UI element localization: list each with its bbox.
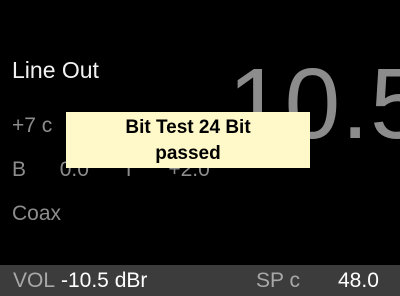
sample-rate-label: SP c [256, 269, 300, 292]
status-bar: VOL -10.5 dBr SP c 48.0 [0, 265, 400, 296]
volume-value: -10.5 dBr [61, 269, 148, 292]
device-display: Line Out 10.5 +7 c B 0.0 T +2.0 Coax Bit… [0, 0, 400, 296]
sample-rate-value: 48.0 [338, 269, 379, 292]
volume-label: VOL [13, 269, 56, 292]
popup-message-line1: Bit Test 24 Bit [125, 117, 251, 138]
bit-test-popup: Bit Test 24 Bit passed [66, 112, 310, 168]
tone-bass-label: B [12, 158, 27, 181]
input-source: Coax [12, 202, 62, 225]
output-title: Line Out [12, 57, 99, 83]
gain-readout: +7 c [12, 114, 53, 137]
popup-message-line2: passed [155, 143, 221, 164]
